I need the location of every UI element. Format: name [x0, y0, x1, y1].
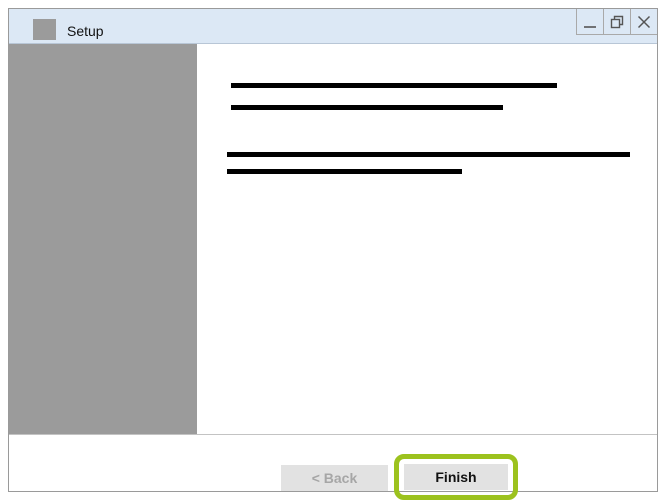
close-button[interactable] [630, 9, 657, 35]
finish-button[interactable]: Finish [404, 464, 508, 490]
title-bar[interactable]: Setup [9, 9, 657, 44]
window-title: Setup [67, 23, 104, 39]
minimize-icon [584, 25, 596, 28]
back-button[interactable]: < Back [281, 465, 388, 491]
setup-window: Setup < Back Finish [8, 8, 658, 500]
app-icon [33, 19, 56, 40]
close-icon [637, 15, 651, 28]
redacted-body-line-2 [227, 169, 462, 174]
window-controls [576, 9, 657, 35]
footer-bar: < Back Finish [9, 434, 657, 500]
redacted-heading-line-1 [231, 83, 557, 88]
redacted-body-line-1 [227, 152, 630, 157]
sidebar-panel [9, 44, 197, 434]
minimize-button[interactable] [576, 9, 603, 35]
restore-button[interactable] [603, 9, 630, 35]
redacted-heading-line-2 [231, 105, 503, 110]
content-panel [197, 44, 657, 434]
restore-icon [610, 15, 624, 28]
